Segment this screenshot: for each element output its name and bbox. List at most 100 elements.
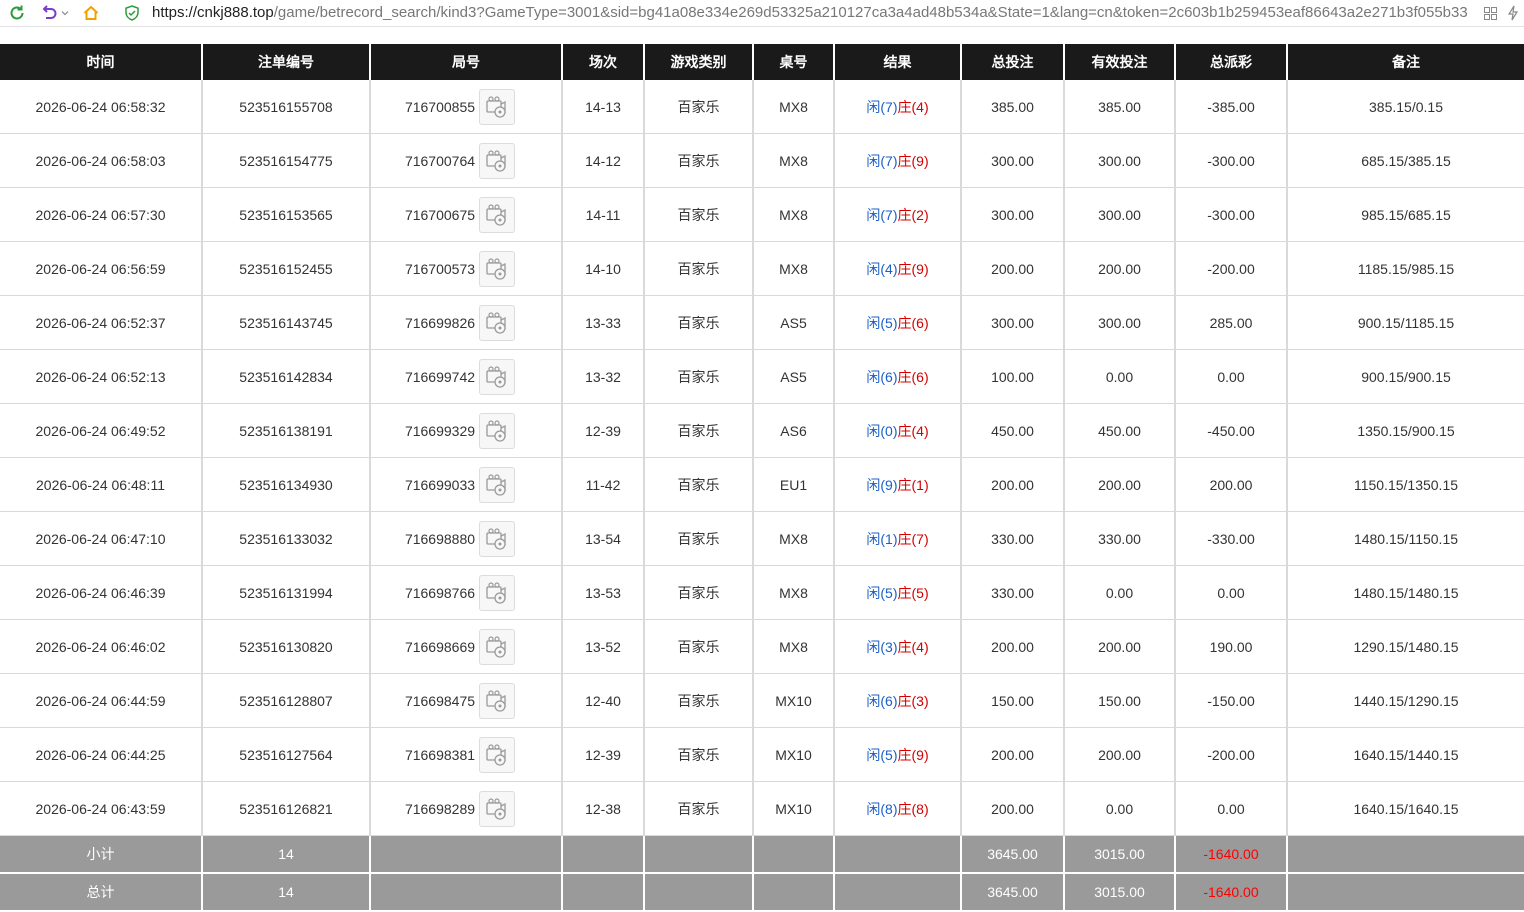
cell-remark: 385.15/0.15 bbox=[1286, 80, 1524, 134]
cell-total-bet: 330.00 bbox=[960, 565, 1064, 620]
result-banker: 庄(2) bbox=[897, 206, 929, 223]
cell-round: 716698766 bbox=[369, 565, 562, 620]
col-header-table: 桌号 bbox=[752, 44, 834, 80]
video-replay-icon[interactable] bbox=[479, 250, 516, 287]
cell-result: 闲(7)庄(2) bbox=[833, 187, 961, 242]
result-player: 闲(6) bbox=[866, 368, 898, 385]
result-player: 闲(5) bbox=[866, 314, 898, 331]
cell-table: MX8 bbox=[752, 619, 834, 674]
cell-round: 716698289 bbox=[369, 781, 562, 836]
home-icon[interactable] bbox=[80, 3, 102, 23]
undo-icon[interactable] bbox=[38, 3, 60, 23]
sum-empty bbox=[833, 835, 961, 874]
cell-table: MX10 bbox=[752, 727, 834, 782]
cell-remark: 1480.15/1150.15 bbox=[1286, 511, 1524, 566]
round-number: 716698669 bbox=[404, 638, 476, 655]
table-row: 2026-06-24 06:48:11 523516134930 716699033… bbox=[0, 457, 1524, 512]
round-number: 716699826 bbox=[404, 314, 476, 331]
cell-remark: 1185.15/985.15 bbox=[1286, 241, 1524, 296]
cell-remark: 1440.15/1290.15 bbox=[1286, 673, 1524, 728]
cell-result: 闲(7)庄(9) bbox=[833, 133, 961, 188]
url-host: https://cnkj888.top bbox=[152, 4, 274, 21]
cell-table: MX10 bbox=[752, 781, 834, 836]
cell-valid-bet: 200.00 bbox=[1063, 457, 1175, 512]
cell-table: MX8 bbox=[752, 511, 834, 566]
cell-remark: 1640.15/1440.15 bbox=[1286, 727, 1524, 782]
result-player: 闲(7) bbox=[866, 152, 898, 169]
cell-round: 716700855 bbox=[369, 80, 562, 134]
cell-game: 百家乐 bbox=[643, 673, 753, 728]
cell-result: 闲(0)庄(4) bbox=[833, 403, 961, 458]
result-player: 闲(5) bbox=[866, 746, 898, 763]
chevron-down-icon[interactable] bbox=[60, 3, 70, 23]
cell-game: 百家乐 bbox=[643, 781, 753, 836]
result-player: 闲(1) bbox=[866, 530, 898, 547]
cell-total-bet: 300.00 bbox=[960, 133, 1064, 188]
cell-time: 2026-06-24 06:48:11 bbox=[0, 457, 202, 512]
cell-total-bet: 200.00 bbox=[960, 727, 1064, 782]
result-banker: 庄(6) bbox=[897, 314, 929, 331]
round-number: 716698766 bbox=[404, 584, 476, 601]
cell-table: MX8 bbox=[752, 565, 834, 620]
cell-game: 百家乐 bbox=[643, 187, 753, 242]
cell-bet-id: 523516152455 bbox=[201, 241, 370, 296]
sum-empty bbox=[369, 873, 562, 912]
round-number: 716698475 bbox=[404, 692, 476, 709]
cell-payout: -150.00 bbox=[1174, 673, 1287, 728]
cell-total-bet: 330.00 bbox=[960, 511, 1064, 566]
video-replay-icon[interactable] bbox=[479, 358, 516, 395]
col-header-bet-id: 注单编号 bbox=[201, 44, 370, 80]
sum-empty bbox=[561, 835, 644, 874]
table-row: 2026-06-24 06:44:25 523516127564 716698381… bbox=[0, 727, 1524, 782]
video-replay-icon[interactable] bbox=[479, 412, 516, 449]
cell-round: 716699742 bbox=[369, 349, 562, 404]
cell-bet-id: 523516155708 bbox=[201, 80, 370, 134]
video-replay-icon[interactable] bbox=[479, 304, 516, 341]
cell-remark: 985.15/685.15 bbox=[1286, 187, 1524, 242]
cell-time: 2026-06-24 06:56:59 bbox=[0, 241, 202, 296]
address-bar[interactable]: https://cnkj888.top/game/betrecord_searc… bbox=[152, 4, 1482, 21]
video-replay-icon[interactable] bbox=[479, 88, 516, 125]
cell-bet-id: 523516143745 bbox=[201, 295, 370, 350]
video-replay-icon[interactable] bbox=[479, 196, 516, 233]
video-replay-icon[interactable] bbox=[479, 574, 516, 611]
lightning-icon[interactable] bbox=[1506, 3, 1520, 23]
cell-round: 716699329 bbox=[369, 403, 562, 458]
video-replay-icon[interactable] bbox=[479, 736, 516, 773]
cell-valid-bet: 330.00 bbox=[1063, 511, 1175, 566]
col-header-total-bet: 总投注 bbox=[960, 44, 1064, 80]
table-row: 2026-06-24 06:52:37 523516143745 716699826… bbox=[0, 295, 1524, 350]
round-number: 716699742 bbox=[404, 368, 476, 385]
cell-result: 闲(3)庄(4) bbox=[833, 619, 961, 674]
video-replay-icon[interactable] bbox=[479, 520, 516, 557]
round-number: 716698880 bbox=[404, 530, 476, 547]
result-player: 闲(4) bbox=[866, 260, 898, 277]
cell-total-bet: 300.00 bbox=[960, 187, 1064, 242]
video-replay-icon[interactable] bbox=[479, 466, 516, 503]
cell-valid-bet: 200.00 bbox=[1063, 619, 1175, 674]
cell-bet-id: 523516153565 bbox=[201, 187, 370, 242]
video-replay-icon[interactable] bbox=[479, 628, 516, 665]
cell-result: 闲(5)庄(5) bbox=[833, 565, 961, 620]
cell-time: 2026-06-24 06:58:03 bbox=[0, 133, 202, 188]
cell-round: 716699826 bbox=[369, 295, 562, 350]
cell-bet-id: 523516154775 bbox=[201, 133, 370, 188]
reload-icon[interactable] bbox=[6, 3, 28, 23]
cell-session: 14-12 bbox=[561, 133, 644, 188]
table-row: 2026-06-24 06:57:30 523516153565 716700675… bbox=[0, 187, 1524, 242]
cell-payout: 0.00 bbox=[1174, 349, 1287, 404]
sum-count: 14 bbox=[201, 873, 370, 912]
result-banker: 庄(5) bbox=[897, 584, 929, 601]
grid-icon[interactable] bbox=[1482, 3, 1498, 23]
cell-round: 716700573 bbox=[369, 241, 562, 296]
sum-empty bbox=[643, 873, 753, 912]
video-replay-icon[interactable] bbox=[479, 142, 516, 179]
video-replay-icon[interactable] bbox=[479, 682, 516, 719]
result-banker: 庄(7) bbox=[897, 530, 929, 547]
cell-game: 百家乐 bbox=[643, 565, 753, 620]
sum-count: 14 bbox=[201, 835, 370, 874]
cell-game: 百家乐 bbox=[643, 619, 753, 674]
video-replay-icon[interactable] bbox=[479, 790, 516, 827]
cell-time: 2026-06-24 06:46:39 bbox=[0, 565, 202, 620]
cell-result: 闲(8)庄(8) bbox=[833, 781, 961, 836]
